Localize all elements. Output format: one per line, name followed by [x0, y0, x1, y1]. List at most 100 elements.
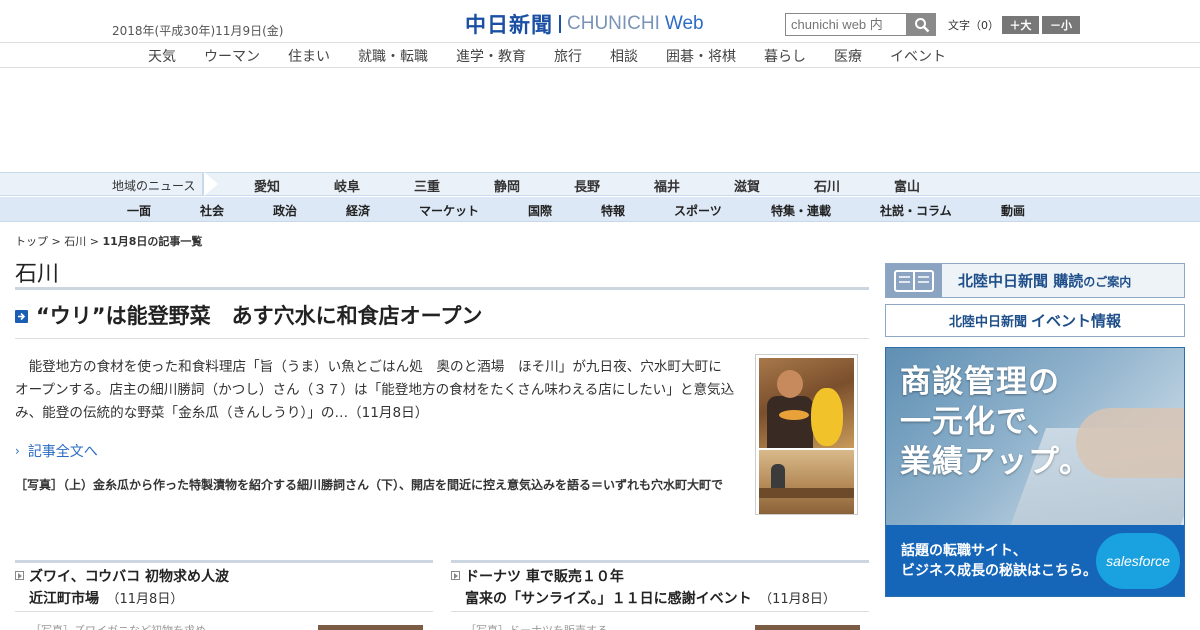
search-button[interactable] [907, 13, 936, 36]
subscribe-banner[interactable]: 北陸中日新聞 購読のご案内 [885, 263, 1185, 298]
sub-article-1[interactable]: ズワイ、コウバコ 初物求め人波 近江町市場 （11月8日） [15, 567, 229, 610]
section-item[interactable]: 特集・連載 [771, 202, 831, 219]
photo-caption: ［写真］（上）金糸瓜から作った特製漬物を紹介する細川勝詞さん（下）、開店を間近に… [15, 478, 724, 492]
ad-strip-line: 話題の転職サイト、 [901, 543, 1027, 559]
logo-en: CHUNICHI [567, 13, 660, 34]
topnav-item[interactable]: 囲碁・将棋 [666, 46, 736, 66]
region-nav: 地域のニュース 愛知 岐阜 三重 静岡 長野 福井 滋賀 石川 富山 [0, 172, 1200, 196]
arrow-right-icon [15, 571, 24, 580]
arrow-right-icon [15, 309, 28, 323]
article-lead: 能登地方の食材を使った和食料理店「旨（うま）い魚とごはん処 奥のと酒場 ほそ川」… [15, 359, 735, 421]
top-nav: 天気 ウーマン 住まい 就職・転職 進学・教育 旅行 相談 囲碁・将棋 暮らし … [0, 42, 1200, 68]
section-item[interactable]: 経済 [346, 202, 370, 219]
photo-chef-with-melon [759, 358, 854, 448]
ad-copy: 商談管理の 一元化で、 業績アップ。 [900, 362, 1091, 482]
section-item[interactable]: 一面 [127, 202, 151, 219]
topnav-item[interactable]: 住まい [288, 46, 330, 66]
sub-article-divider [451, 560, 869, 563]
search-icon [914, 17, 929, 32]
section-item[interactable]: 政治 [273, 202, 297, 219]
section-nav: 一面 社会 政治 経済 マーケット 国際 特報 スポーツ 特集・連載 社説・コラ… [0, 197, 1200, 222]
headline-text: “ウリ”は能登野菜 あす穴水に和食店オープン [36, 304, 483, 328]
text-bigger-button[interactable]: ＋大 [1002, 16, 1039, 34]
section-item[interactable]: 動画 [1001, 202, 1025, 219]
breadcrumb-sep: > [86, 235, 103, 248]
chevron-right-icon: › [15, 444, 20, 458]
section-item[interactable]: 社会 [200, 202, 224, 219]
logo-ja: 中日新聞 [465, 12, 553, 37]
ad-copy-line: 商談管理の [900, 364, 1060, 400]
read-more-label: 記事全文へ [27, 444, 98, 460]
topnav-item[interactable]: 旅行 [554, 46, 582, 66]
region-item-fukui[interactable]: 福井 [654, 176, 680, 195]
topnav-item[interactable]: 相談 [610, 46, 638, 66]
section-item[interactable]: 国際 [528, 202, 552, 219]
arrow-right-icon [451, 571, 460, 580]
logo-divider [559, 15, 561, 33]
search-box [785, 13, 936, 36]
sub-article-date: （11月8日） [765, 592, 836, 607]
search-input[interactable] [785, 13, 907, 36]
salesforce-logo: salesforce [1096, 533, 1180, 589]
topnav-item[interactable]: イベント [890, 46, 946, 66]
region-item-shiga[interactable]: 滋賀 [734, 176, 760, 195]
sub-article-divider [15, 611, 433, 612]
sub-article-subtitle: 近江町市場 [29, 591, 99, 607]
subscribe-title: 北陸中日新聞 [958, 272, 1049, 290]
date-text: 2018年(平成30年)11月9日(金) [112, 24, 284, 38]
text-size-label: 文字（0） [948, 19, 999, 32]
page-title: 石川 [15, 262, 60, 287]
section-item[interactable]: スポーツ [674, 202, 722, 219]
sub-article-2[interactable]: ドーナツ 車で販売１０年 富来の「サンライズ。」１１日に感謝イベント （11月8… [451, 567, 836, 610]
subscribe-tail: のご案内 [1083, 275, 1132, 289]
topnav-item[interactable]: 医療 [834, 46, 862, 66]
text-smaller-button[interactable]: －小 [1042, 16, 1080, 34]
region-item-ishikawa[interactable]: 石川 [814, 176, 840, 195]
section-item[interactable]: 特報 [601, 202, 625, 219]
sub-article-divider [15, 560, 433, 563]
sub-article-title: ズワイ、コウバコ 初物求め人波 [29, 569, 230, 585]
section-item[interactable]: 社説・コラム [880, 202, 952, 219]
section-item[interactable]: マーケット [419, 202, 479, 219]
sub-article-teaser: ［写真］ズワイガニなど初物を求め [30, 622, 206, 630]
topnav-item[interactable]: 就職・転職 [358, 46, 428, 66]
sub-article-thumbnail[interactable] [755, 625, 860, 630]
event-sub: イベント情報 [1031, 312, 1122, 330]
article-photo[interactable] [755, 354, 858, 515]
sub-article-divider [451, 611, 869, 612]
title-divider [15, 287, 869, 290]
site-logo[interactable]: 中日新聞 CHUNICHI Web [465, 9, 704, 39]
headline-divider [15, 338, 869, 339]
article-headline[interactable]: “ウリ”は能登野菜 あす穴水に和食店オープン [15, 300, 482, 330]
region-arrow [204, 172, 218, 196]
topnav-item[interactable]: 進学・教育 [456, 46, 526, 66]
sub-article-subtitle: 富来の「サンライズ。」１１日に感謝イベント [465, 591, 752, 607]
advertisement[interactable]: 商談管理の 一元化で、 業績アップ。 話題の転職サイト、 ビジネス成長の秘訣はこ… [885, 347, 1185, 597]
sub-article-thumbnail[interactable] [318, 625, 423, 630]
topnav-item[interactable]: 天気 [148, 46, 176, 66]
region-item-mie[interactable]: 三重 [414, 176, 440, 195]
sub-article-teaser: ［写真］ドーナツを販売する [465, 622, 608, 630]
breadcrumb-current: 11月8日の記事一覧 [102, 235, 203, 248]
breadcrumb-sep: > [48, 235, 65, 248]
region-item-toyama[interactable]: 富山 [894, 176, 920, 195]
region-label: 地域のニュース [112, 179, 196, 193]
region-item-aichi[interactable]: 愛知 [254, 176, 280, 195]
subscribe-sub: 購読 [1053, 272, 1084, 290]
read-more-link[interactable]: › 記事全文へ [15, 441, 98, 461]
event-banner[interactable]: 北陸中日新聞 イベント情報 [885, 304, 1185, 337]
region-item-shizuoka[interactable]: 静岡 [494, 176, 520, 195]
breadcrumb: トップ > 石川 > 11月8日の記事一覧 [15, 233, 202, 249]
topnav-item[interactable]: 暮らし [764, 46, 806, 66]
event-title: 北陸中日新聞 [948, 315, 1027, 330]
breadcrumb-top[interactable]: トップ [15, 235, 48, 248]
region-item-gifu[interactable]: 岐阜 [334, 176, 360, 195]
topnav-item[interactable]: ウーマン [204, 46, 260, 66]
ad-strip-line: ビジネス成長の秘訣はこちら。 [901, 563, 1097, 579]
breadcrumb-region[interactable]: 石川 [64, 235, 86, 248]
sub-article-title: ドーナツ 車で販売１０年 [465, 569, 624, 585]
region-item-nagano[interactable]: 長野 [574, 176, 600, 195]
logo-web: Web [664, 13, 704, 34]
ad-copy-line: 一元化で、 [900, 404, 1059, 440]
ad-copy-line: 業績アップ。 [900, 444, 1092, 480]
